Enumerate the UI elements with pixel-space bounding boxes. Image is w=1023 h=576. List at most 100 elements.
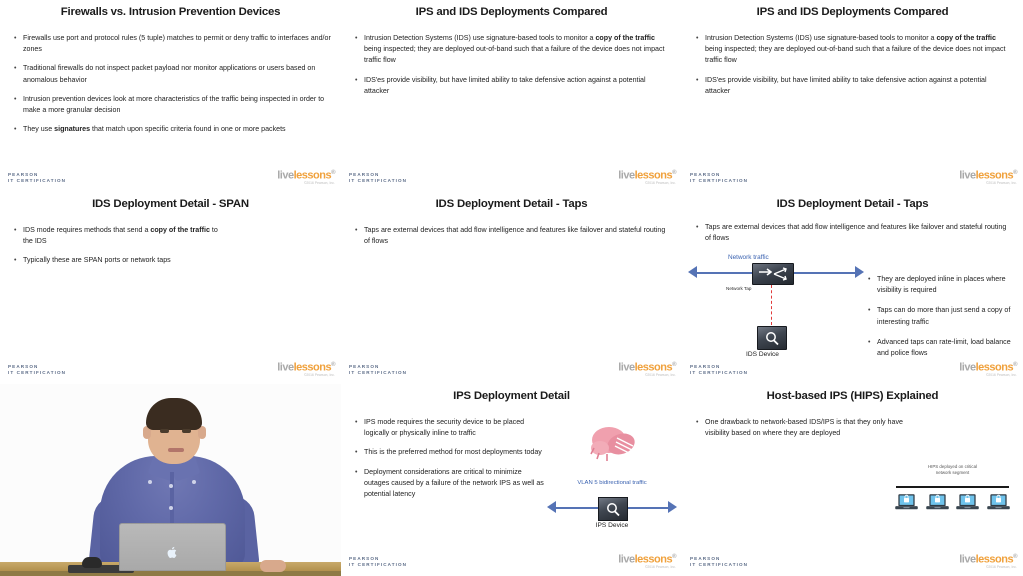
list-item: • This is the preferred method for most d… [355, 447, 547, 458]
network-traffic-label: Network traffic [728, 254, 769, 261]
list-item: • They are deployed inline in places wher… [868, 274, 1018, 296]
video-presenter-frame[interactable] [0, 384, 341, 576]
livelessons-wordmark: livelessons® [959, 552, 1017, 566]
presenter-hand-right [260, 560, 286, 572]
list-item: • One drawback to network-based IDS/IPS i… [696, 417, 903, 439]
registered-mark-icon: ® [1013, 170, 1017, 177]
bullet-dot-icon: • [14, 126, 17, 134]
list-item: • Deployment considerations are critical … [355, 467, 547, 501]
pearson-line2: IT CERTIFICATION [349, 370, 408, 375]
bullet-dot-icon: • [696, 76, 699, 84]
pearson-line2: IT CERTIFICATION [690, 178, 749, 183]
list-item-text: Taps are external devices that add flow … [705, 223, 1007, 243]
pearson-line2: IT CERTIFICATION [690, 370, 749, 375]
list-item: • They use signatures that match upon spe… [14, 124, 331, 135]
arrow-right-icon [855, 266, 864, 278]
list-item: • IPS mode requires the security device t… [355, 417, 547, 439]
network-cloud-icon [590, 427, 635, 461]
slide-ids-taps-2[interactable]: IDS Deployment Detail - Taps • Taps are e… [682, 192, 1023, 384]
bullet-dot-icon: • [355, 35, 358, 42]
pearson-line2: IT CERTIFICATION [8, 370, 67, 375]
bullet-dot-icon: • [868, 307, 871, 315]
page-title: IPS Deployment Detail [453, 390, 570, 402]
list-item-text: Traditional firewalls do not inspect pac… [23, 64, 316, 84]
protected-laptop-icon [956, 494, 980, 510]
livelessons-live: live [618, 554, 635, 566]
pearson-line2: IT CERTIFICATION [690, 562, 749, 567]
protected-laptop-icon [925, 494, 949, 510]
ids-device-label: IDS Device [746, 351, 779, 358]
pearson-logo: PEARSON IT CERTIFICATION [349, 172, 407, 184]
bullet-dot-icon: • [868, 338, 871, 346]
livelessons-logo: livelessons® ©2016 Pearson, Inc. [277, 168, 335, 185]
livelessons-wordmark: livelessons® [618, 552, 676, 566]
desk-edge [0, 571, 341, 576]
ips-device-icon [598, 497, 628, 521]
slide-hips-explained[interactable]: Host-based IPS (HIPS) Explained • One dra… [682, 384, 1023, 576]
bullet-list: • Intrusion Detection Systems (IDS) use s… [355, 33, 672, 105]
list-item-text: IDS mode requires methods that send a co… [23, 226, 218, 246]
pearson-logo: PEARSON IT CERTIFICATION [690, 172, 748, 184]
list-item-text: One drawback to network-based IDS/IPS is… [705, 418, 903, 438]
bullet-dot-icon: • [868, 276, 871, 283]
livelessons-live: live [618, 362, 635, 374]
hips-diagram: HIPS deployed on critical network segmen… [890, 464, 1015, 534]
bullet-list: • Firewalls use port and protocol rules (… [14, 33, 331, 143]
bullet-dot-icon: • [14, 35, 17, 42]
bullet-dot-icon: • [355, 468, 358, 476]
bullet-list: • One drawback to network-based IDS/IPS i… [696, 417, 903, 447]
list-item-text: They are deployed inline in places where… [877, 275, 1006, 295]
livelessons-logo: livelessons® ©2016 Pearson, Inc. [959, 552, 1017, 569]
network-tap-label: Network Tap [726, 286, 752, 291]
livelessons-wordmark: livelessons® [618, 360, 676, 374]
bullet-dot-icon: • [355, 227, 358, 234]
registered-mark-icon: ® [672, 554, 676, 561]
livelessons-live: live [959, 362, 976, 374]
list-item: • Advanced taps can rate-limit, load bala… [868, 337, 1018, 359]
hips-caption: HIPS deployed on critical network segmen… [890, 464, 1015, 476]
list-item-text: IPS mode requires the security device to… [364, 418, 525, 438]
livelessons-wordmark: livelessons® [959, 360, 1017, 374]
livelessons-live: live [959, 170, 976, 182]
list-item-text: Typically these are SPAN ports or networ… [23, 256, 171, 265]
livelessons-logo: livelessons® ©2016 Pearson, Inc. [618, 168, 676, 185]
shirt-button [192, 480, 196, 484]
vlan-traffic-label: VLAN 5 bidirectional traffic [577, 480, 647, 486]
slide-ids-span[interactable]: IDS Deployment Detail - SPAN • IDS mode r… [0, 192, 341, 384]
livelessons-logo: livelessons® ©2016 Pearson, Inc. [959, 360, 1017, 377]
list-item: • Intrusion Detection Systems (IDS) use s… [355, 33, 672, 67]
livelessons-wordmark: livelessons® [618, 168, 676, 182]
side-bullet-list: • They are deployed inline in places wher… [868, 274, 1018, 368]
network-segment-bar [896, 486, 1009, 489]
list-item-text: They use signatures that match upon spec… [23, 125, 286, 134]
livelessons-logo: livelessons® ©2016 Pearson, Inc. [618, 360, 676, 377]
bullet-list: • Taps are external devices that add flow… [696, 222, 1013, 252]
slide-ips-ids-compared-1[interactable]: IPS and IDS Deployments Compared • Intrus… [341, 0, 682, 192]
livelessons-wordmark: livelessons® [959, 168, 1017, 182]
livelessons-wordmark: livelessons® [277, 360, 335, 374]
shirt-button [169, 484, 173, 488]
slide-ips-deployment-detail[interactable]: IPS Deployment Detail • IPS mode requires… [341, 384, 682, 576]
pearson-logo: PEARSON IT CERTIFICATION [690, 364, 748, 376]
arrow-left-icon [688, 266, 697, 278]
livelessons-wordmark: livelessons® [277, 168, 335, 182]
pearson-logo: PEARSON IT CERTIFICATION [349, 364, 407, 376]
bullet-list: • Intrusion Detection Systems (IDS) use s… [696, 33, 1013, 105]
shirt-button [169, 506, 173, 510]
network-tap-device-icon [752, 263, 794, 285]
tap-arrows-glyph [759, 267, 787, 281]
ips-device-label: IPS Device [595, 522, 629, 529]
list-item: • Typically these are SPAN ports or netwo… [14, 255, 221, 266]
slide-firewalls-vs-ips[interactable]: Firewalls vs. Intrusion Prevention Devic… [0, 0, 341, 192]
bullet-dot-icon: • [355, 76, 358, 84]
list-item-text: Deployment considerations are critical t… [364, 467, 544, 499]
list-item: • Taps are external devices that add flow… [355, 225, 672, 247]
slide-grid: Firewalls vs. Intrusion Prevention Devic… [0, 0, 1023, 576]
slide-ips-ids-compared-2[interactable]: IPS and IDS Deployments Compared • Intrus… [682, 0, 1023, 192]
protected-laptop-icon [895, 494, 918, 510]
livelessons-live: live [618, 170, 635, 182]
registered-mark-icon: ® [1013, 554, 1017, 561]
list-item: • Taps can do more than just send a copy … [868, 305, 1018, 327]
list-item: • Intrusion Detection Systems (IDS) use s… [696, 33, 1013, 67]
slide-ids-taps-1[interactable]: IDS Deployment Detail - Taps • Taps are e… [341, 192, 682, 384]
